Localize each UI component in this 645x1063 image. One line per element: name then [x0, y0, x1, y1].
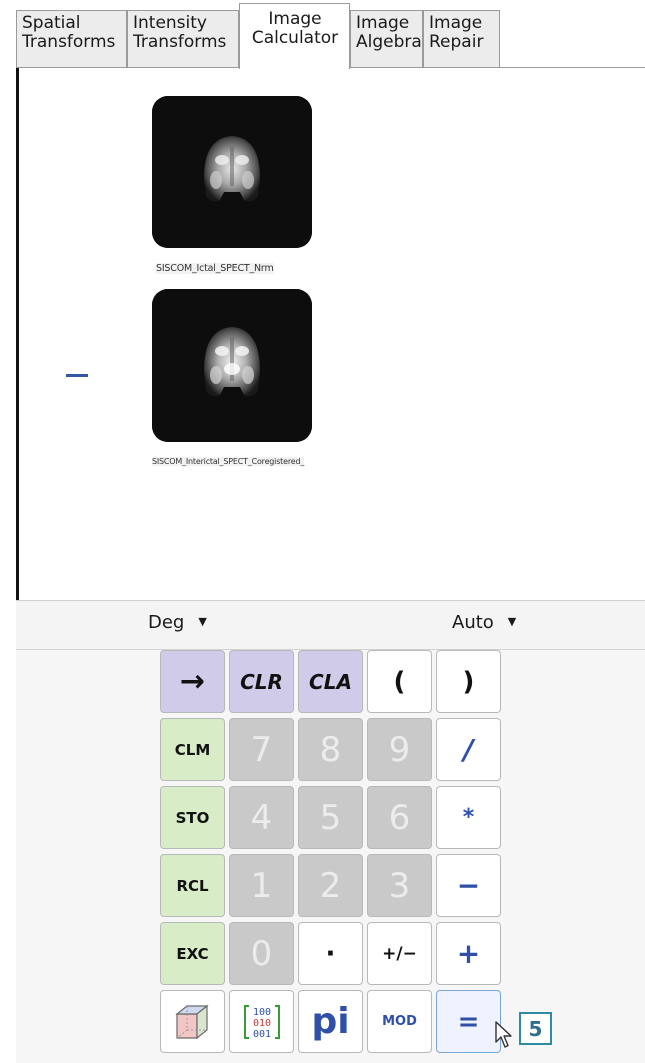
sign-toggle-label: +/− [382, 943, 417, 964]
decimal-point-label: · [325, 938, 336, 969]
angle-mode-value: Deg [148, 612, 185, 633]
digit-0-button[interactable]: 0 [229, 922, 294, 985]
add-button[interactable]: + [436, 922, 501, 985]
clr-button[interactable]: CLR [229, 650, 294, 713]
cla-button[interactable]: CLA [298, 650, 363, 713]
digit-4-button[interactable]: 4 [229, 786, 294, 849]
dropdown-arrow-icon: ▼ [507, 615, 517, 628]
angle-mode-dropdown[interactable]: Deg ▼ [148, 612, 207, 633]
digit-8-button[interactable]: 8 [298, 718, 363, 781]
image-caption-ictal: SISCOM_Ictal_SPECT_Nrm [156, 263, 274, 274]
digit-3-button[interactable]: 3 [367, 854, 432, 917]
mod-label: MOD [382, 1014, 417, 1029]
brain-scan-image [152, 96, 312, 248]
image-calculator-window: Spatial Transforms Intensity Transforms … [0, 0, 645, 1063]
multiply-button[interactable]: * [436, 786, 501, 849]
sto-label: STO [175, 808, 210, 827]
add-label: + [456, 937, 481, 970]
identity-matrix-button[interactable]: 100 010 001 [229, 990, 294, 1053]
store-arrow-button[interactable]: → [160, 650, 225, 713]
image-thumbnail-ictal[interactable] [152, 96, 312, 248]
equals-label: = [457, 1006, 480, 1037]
digit-1-label: 1 [250, 865, 273, 906]
brain-scan-image [152, 289, 312, 442]
digit-6-label: 6 [388, 797, 411, 838]
digit-1-button[interactable]: 1 [229, 854, 294, 917]
format-mode-value: Auto [452, 612, 494, 633]
divide-label: / [463, 733, 474, 766]
digit-0-label: 0 [250, 933, 273, 974]
step-badge: 5 [519, 1012, 552, 1045]
cla-label: CLA [309, 669, 352, 694]
right-arrow-icon: → [179, 664, 206, 699]
digit-5-label: 5 [319, 797, 342, 838]
decimal-point-button[interactable]: · [298, 922, 363, 985]
expression-panel: SISCOM_Ictal_SPECT_Nrm SISCOM_Interictal… [16, 68, 645, 600]
dropdown-arrow-icon: ▼ [198, 615, 207, 628]
digit-7-button[interactable]: 7 [229, 718, 294, 781]
3d-cube-icon [174, 1004, 209, 1039]
rcl-button[interactable]: RCL [160, 854, 225, 917]
svg-text:100: 100 [252, 1007, 270, 1018]
digit-6-button[interactable]: 6 [367, 786, 432, 849]
tab-image-algebra[interactable]: Image Algebra [350, 10, 423, 68]
exc-label: EXC [176, 944, 209, 963]
panel-border [16, 68, 19, 600]
right-paren-button[interactable]: ) [436, 650, 501, 713]
clr-label: CLR [240, 669, 283, 694]
sign-toggle-button[interactable]: +/− [367, 922, 432, 985]
tab-image-calculator[interactable]: Image Calculator [239, 3, 350, 69]
clm-button[interactable]: CLM [160, 718, 225, 781]
sto-button[interactable]: STO [160, 786, 225, 849]
identity-matrix-icon: 100 010 001 [243, 1004, 280, 1040]
digit-9-button[interactable]: 9 [367, 718, 432, 781]
svg-text:010: 010 [252, 1018, 270, 1029]
digit-8-label: 8 [319, 729, 342, 770]
subtract-button[interactable]: − [436, 854, 501, 917]
rcl-label: RCL [176, 876, 209, 895]
digit-9-label: 9 [388, 729, 411, 770]
image-caption-interictal: SISCOM_Interictal_SPECT_Coregistered_ [152, 457, 305, 466]
digit-3-label: 3 [388, 865, 411, 906]
pi-button[interactable]: pi [298, 990, 363, 1053]
tab-intensity-transforms[interactable]: Intensity Transforms [127, 10, 239, 68]
subtract-label: − [456, 869, 481, 902]
pi-label: pi [311, 1001, 350, 1042]
3d-view-button[interactable] [160, 990, 225, 1053]
tab-image-repair[interactable]: Image Repair [423, 10, 500, 68]
mode-bar: Deg ▼ Auto ▼ [16, 600, 645, 650]
digit-2-label: 2 [319, 865, 342, 906]
subtract-operator [66, 374, 88, 377]
tab-strip: Spatial Transforms Intensity Transforms … [0, 0, 645, 69]
digit-4-label: 4 [250, 797, 273, 838]
digit-5-button[interactable]: 5 [298, 786, 363, 849]
clm-label: CLM [174, 740, 211, 759]
multiply-label: * [462, 805, 475, 830]
tab-spatial-transforms[interactable]: Spatial Transforms [16, 10, 127, 68]
left-paren-label: ( [393, 666, 406, 697]
digit-2-button[interactable]: 2 [298, 854, 363, 917]
mod-button[interactable]: MOD [367, 990, 432, 1053]
format-mode-dropdown[interactable]: Auto ▼ [452, 612, 516, 633]
digit-7-label: 7 [250, 729, 273, 770]
mouse-pointer-icon [494, 1020, 514, 1054]
divide-button[interactable]: / [436, 718, 501, 781]
svg-text:001: 001 [252, 1029, 270, 1040]
right-paren-label: ) [462, 666, 475, 697]
exc-button[interactable]: EXC [160, 922, 225, 985]
equals-button[interactable]: = [436, 990, 501, 1053]
left-paren-button[interactable]: ( [367, 650, 432, 713]
image-thumbnail-interictal[interactable] [152, 289, 312, 442]
